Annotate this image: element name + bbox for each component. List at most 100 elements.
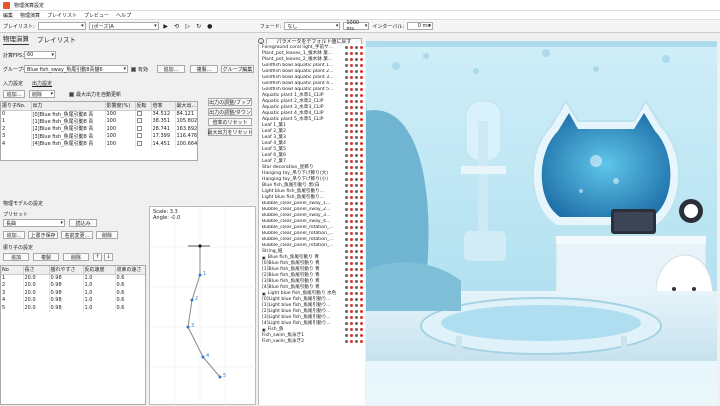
status-dot-icon[interactable] xyxy=(345,51,348,55)
table-cell[interactable]: 1.0 xyxy=(83,296,116,304)
status-dot-icon[interactable] xyxy=(360,267,363,271)
status-dot-icon[interactable] xyxy=(345,309,348,313)
status-dot-icon[interactable] xyxy=(355,303,358,307)
layer-list[interactable]: Foreground coral light_手前サ... Plant_pot_l… xyxy=(258,44,365,405)
status-dot-icon[interactable] xyxy=(355,273,358,277)
table-cell[interactable]: 4 xyxy=(1,140,32,148)
status-dot-icon[interactable] xyxy=(355,147,358,151)
status-dot-icon[interactable] xyxy=(350,255,353,259)
status-dot-icon[interactable] xyxy=(350,195,353,199)
table-cell[interactable]: 34.512 xyxy=(151,110,176,118)
status-dot-icon[interactable] xyxy=(345,81,348,85)
status-dot-icon[interactable] xyxy=(360,195,363,199)
pendulum-node-3[interactable] xyxy=(186,325,190,329)
status-dot-icon[interactable] xyxy=(360,171,363,175)
status-dot-icon[interactable] xyxy=(345,291,348,295)
layer-state-icons[interactable] xyxy=(345,285,363,289)
fade-select[interactable]: なし xyxy=(284,22,341,30)
col-influence[interactable]: 影響度(%) xyxy=(105,102,136,111)
status-dot-icon[interactable] xyxy=(355,165,358,169)
status-dot-icon[interactable] xyxy=(350,207,353,211)
status-dot-icon[interactable] xyxy=(350,129,353,133)
layer-state-icons[interactable] xyxy=(345,297,363,301)
status-dot-icon[interactable] xyxy=(360,333,363,337)
status-dot-icon[interactable] xyxy=(350,201,353,205)
status-dot-icon[interactable] xyxy=(360,321,363,325)
status-dot-icon[interactable] xyxy=(345,75,348,79)
preset-overwrite-button[interactable]: 上書き保存 xyxy=(28,231,58,239)
table-cell[interactable]: 3 xyxy=(1,132,32,140)
pendulum-delete-button[interactable]: 削除 xyxy=(63,253,89,261)
output-adjust-down-button[interactable]: 出力の調整/ダウン xyxy=(208,108,252,116)
layer-state-icons[interactable] xyxy=(345,93,363,97)
status-dot-icon[interactable] xyxy=(355,45,358,49)
status-dot-icon[interactable] xyxy=(345,171,348,175)
tab-physics[interactable]: 物理演算 xyxy=(3,33,29,45)
table-cell[interactable]: 14.451 xyxy=(151,140,176,148)
table-cell[interactable]: 116.476 xyxy=(175,132,197,140)
table-cell[interactable]: 0.98 xyxy=(49,289,84,297)
status-dot-icon[interactable] xyxy=(355,321,358,325)
status-dot-icon[interactable] xyxy=(355,87,358,91)
layer-state-icons[interactable] xyxy=(345,171,363,175)
status-dot-icon[interactable] xyxy=(355,117,358,121)
status-dot-icon[interactable] xyxy=(355,141,358,145)
invert-checkbox[interactable] xyxy=(136,133,142,139)
status-dot-icon[interactable] xyxy=(345,249,348,253)
table-cell[interactable]: 1.0 xyxy=(83,289,116,297)
layer-state-icons[interactable] xyxy=(345,153,363,157)
status-dot-icon[interactable] xyxy=(360,141,363,145)
table-cell[interactable] xyxy=(135,117,152,125)
layer-state-icons[interactable] xyxy=(345,159,363,163)
col-output[interactable]: 出力 xyxy=(31,102,106,111)
status-dot-icon[interactable] xyxy=(345,57,348,61)
status-dot-icon[interactable] xyxy=(360,51,363,55)
status-dot-icon[interactable] xyxy=(360,99,363,103)
table-cell[interactable]: 100 xyxy=(105,125,136,133)
status-dot-icon[interactable] xyxy=(350,309,353,313)
menu-help[interactable]: ヘルプ xyxy=(116,12,131,19)
status-dot-icon[interactable] xyxy=(360,111,363,115)
group-copy-button[interactable]: 複製... xyxy=(190,65,218,73)
table-cell[interactable]: 0.6 xyxy=(115,289,145,297)
table-cell[interactable]: 100.664 xyxy=(175,140,197,148)
status-dot-icon[interactable] xyxy=(350,57,353,61)
status-dot-icon[interactable] xyxy=(350,261,353,265)
table-cell[interactable]: 100 xyxy=(105,132,136,140)
status-dot-icon[interactable] xyxy=(355,261,358,265)
status-dot-icon[interactable] xyxy=(345,111,348,115)
status-dot-icon[interactable] xyxy=(360,327,363,331)
status-dot-icon[interactable] xyxy=(345,243,348,247)
status-dot-icon[interactable] xyxy=(345,219,348,223)
table-cell[interactable]: 20.0 xyxy=(23,274,50,282)
pendulum-visualizer[interactable]: Scale: 3.3 Angle: -0.0 1 2 3 4 5 xyxy=(149,206,257,406)
invert-checkbox[interactable] xyxy=(136,140,142,146)
status-dot-icon[interactable] xyxy=(345,273,348,277)
layer-state-icons[interactable] xyxy=(345,189,363,193)
pendulum-add-button[interactable]: 追加 xyxy=(3,253,29,261)
table-cell[interactable]: 20.0 xyxy=(23,296,50,304)
col-convergence[interactable]: 収束の速さ xyxy=(115,266,145,275)
status-dot-icon[interactable] xyxy=(355,177,358,181)
table-cell[interactable]: 20.0 xyxy=(23,281,50,289)
layer-state-icons[interactable] xyxy=(345,69,363,73)
record-icon[interactable]: ● xyxy=(206,22,214,30)
status-dot-icon[interactable] xyxy=(355,51,358,55)
status-dot-icon[interactable] xyxy=(355,69,358,73)
status-dot-icon[interactable] xyxy=(345,279,348,283)
col-pendulum-no[interactable]: 振り子No. xyxy=(1,102,32,111)
status-dot-icon[interactable] xyxy=(360,279,363,283)
layer-state-icons[interactable] xyxy=(345,165,363,169)
table-cell[interactable]: 1.0 xyxy=(83,274,116,282)
interval-ms-input[interactable]: 0 ms xyxy=(407,22,434,30)
enabled-checkbox[interactable] xyxy=(131,67,136,72)
layer-state-icons[interactable] xyxy=(345,129,363,133)
status-dot-icon[interactable] xyxy=(350,87,353,91)
status-dot-icon[interactable] xyxy=(345,147,348,151)
layer-row[interactable]: Fish_swim_魚泳ぎ2 xyxy=(259,338,365,344)
preset-rename-button[interactable]: 名前変更... xyxy=(61,231,93,239)
status-dot-icon[interactable] xyxy=(355,219,358,223)
preview-canvas[interactable] xyxy=(366,41,717,384)
layer-state-icons[interactable] xyxy=(345,117,363,121)
move-up-button[interactable]: ↑ xyxy=(93,253,102,261)
